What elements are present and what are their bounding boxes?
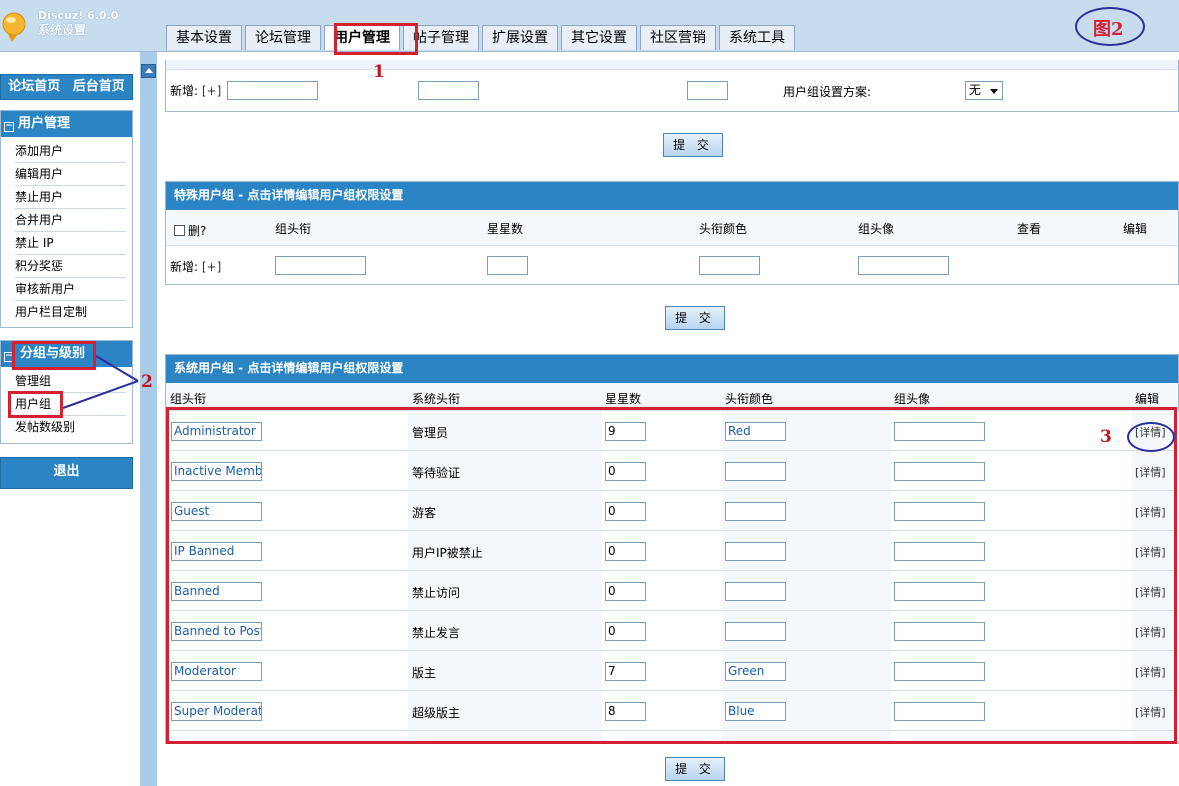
new-special-title-input[interactable] xyxy=(275,256,366,275)
logout-button[interactable]: 退出 xyxy=(0,457,133,489)
forum-home-link[interactable]: 论坛首页 xyxy=(8,79,60,94)
annotation-box-user-groups-item xyxy=(8,391,63,418)
annotation-number-1: 1 xyxy=(373,62,385,82)
col-group-title: 组头衔 xyxy=(275,222,312,236)
brand: Discuz! 6.0.0 系统设置 xyxy=(38,9,118,37)
user-management-menu: − 用户管理 添加用户 编辑用户 禁止用户 合并用户 禁止 IP 积分奖惩 审核新… xyxy=(0,110,133,328)
col-group-title: 组头衔 xyxy=(170,392,207,406)
col-group-avatar: 组头像 xyxy=(894,392,931,406)
sidebar-item-admin-groups[interactable]: 管理组 xyxy=(15,370,126,393)
special-submit-button[interactable]: 提 交 xyxy=(665,306,725,330)
scheme-select[interactable]: 无 xyxy=(965,81,1003,100)
col-edit: 编辑 xyxy=(1123,222,1148,236)
annotation-number-3: 3 xyxy=(1100,427,1112,447)
add-row-link[interactable]: [+] xyxy=(202,84,221,98)
new-special-avatar-input[interactable] xyxy=(858,256,949,275)
col-system-title: 系统头衔 xyxy=(412,392,461,406)
col-edit: 编辑 xyxy=(1135,392,1160,406)
member-header-strip xyxy=(166,60,1178,70)
new-special-color-input[interactable] xyxy=(699,256,760,275)
discuz-logo-icon xyxy=(2,12,26,42)
brand-version: Discuz! 6.0.0 xyxy=(38,9,119,22)
admin-home-link[interactable]: 后台首页 xyxy=(73,79,125,94)
tab-basic-settings[interactable]: 基本设置 xyxy=(166,25,242,50)
chevron-down-icon xyxy=(990,89,998,94)
special-groups-add-row: 新增: [+] xyxy=(166,246,1178,284)
scheme-label: 用户组设置方案: xyxy=(783,85,872,99)
special-groups-header-row: 删? 组头衔 星星数 头衔颜色 组头像 查看 编辑 xyxy=(166,210,1178,246)
new-special-stars-input[interactable] xyxy=(487,256,528,275)
annotation-oval-details xyxy=(1127,422,1175,452)
col-stars: 星星数 xyxy=(487,222,524,236)
figure-label: 图2 xyxy=(1093,19,1124,40)
sidebar-item-merge-user[interactable]: 合并用户 xyxy=(15,209,126,232)
user-management-header[interactable]: − 用户管理 xyxy=(1,111,132,137)
col-title-color: 头衔颜色 xyxy=(699,222,748,236)
sidebar-divider xyxy=(140,52,157,786)
add-row-link[interactable]: [+] xyxy=(202,260,221,274)
collapse-toggle-icon[interactable]: − xyxy=(4,122,14,132)
sidebar-item-post-ranks[interactable]: 发帖数级别 xyxy=(15,416,126,439)
app-header: Discuz! 6.0.0 系统设置 基本设置 论坛管理 用户管理 帖子管理 扩… xyxy=(0,0,1179,52)
sidebar-item-credit-reward[interactable]: 积分奖惩 xyxy=(15,255,126,278)
sidebar-item-add-user[interactable]: 添加用户 xyxy=(15,140,126,163)
new-member-credits-input[interactable] xyxy=(418,81,479,100)
select-all-checkbox[interactable] xyxy=(174,225,185,236)
delete-column-header: 删? xyxy=(174,222,206,239)
sidebar-top-links: 论坛首页 后台首页 xyxy=(0,74,133,100)
add-label: 新增: [+] xyxy=(170,84,222,98)
add-label: 新增: [+] xyxy=(170,260,222,274)
annotation-box-system-table xyxy=(166,407,1177,744)
special-groups-panel: 特殊用户组 - 点击详情编辑用户组权限设置 删? 组头衔 星星数 头衔颜色 组头… xyxy=(165,181,1179,285)
new-member-stars-input[interactable] xyxy=(687,81,728,100)
system-groups-title: 系统用户组 - 点击详情编辑用户组权限设置 xyxy=(166,355,1178,383)
col-group-avatar: 组头像 xyxy=(858,222,895,236)
annotation-box-user-tab xyxy=(334,23,418,55)
sidebar-item-profile-fields[interactable]: 用户栏目定制 xyxy=(15,301,126,324)
new-member-title-input[interactable] xyxy=(227,81,318,100)
system-submit-button[interactable]: 提 交 xyxy=(665,757,725,781)
special-groups-title: 特殊用户组 - 点击详情编辑用户组权限设置 xyxy=(166,182,1178,210)
sidebar-item-ban-ip[interactable]: 禁止 IP xyxy=(15,232,126,255)
tab-community-marketing[interactable]: 社区营销 xyxy=(640,25,716,50)
col-stars: 星星数 xyxy=(605,392,642,406)
tab-other-settings[interactable]: 其它设置 xyxy=(561,25,637,50)
member-add-row: 新增: [+] 用户组设置方案: 无 xyxy=(166,70,1178,110)
collapse-sidebar-icon[interactable] xyxy=(141,64,156,78)
member-submit-button[interactable]: 提 交 xyxy=(663,133,723,157)
annotation-number-2: 2 xyxy=(141,372,153,392)
tab-forum-management[interactable]: 论坛管理 xyxy=(245,25,321,50)
col-view: 查看 xyxy=(1017,222,1042,236)
sidebar-item-review-new-users[interactable]: 审核新用户 xyxy=(15,278,126,301)
top-tab-bar: 基本设置 论坛管理 用户管理 帖子管理 扩展设置 其它设置 社区营销 系统工具 xyxy=(166,25,798,52)
brand-subtitle: 系统设置 xyxy=(38,23,87,37)
tab-extension-settings[interactable]: 扩展设置 xyxy=(482,25,558,50)
tab-system-tools[interactable]: 系统工具 xyxy=(719,25,795,50)
sidebar-item-ban-user[interactable]: 禁止用户 xyxy=(15,186,126,209)
sidebar-item-edit-user[interactable]: 编辑用户 xyxy=(15,163,126,186)
member-groups-panel: 新增: [+] 用户组设置方案: 无 xyxy=(165,60,1179,112)
col-title-color: 头衔颜色 xyxy=(725,392,774,406)
annotation-box-groups-header xyxy=(12,341,96,370)
